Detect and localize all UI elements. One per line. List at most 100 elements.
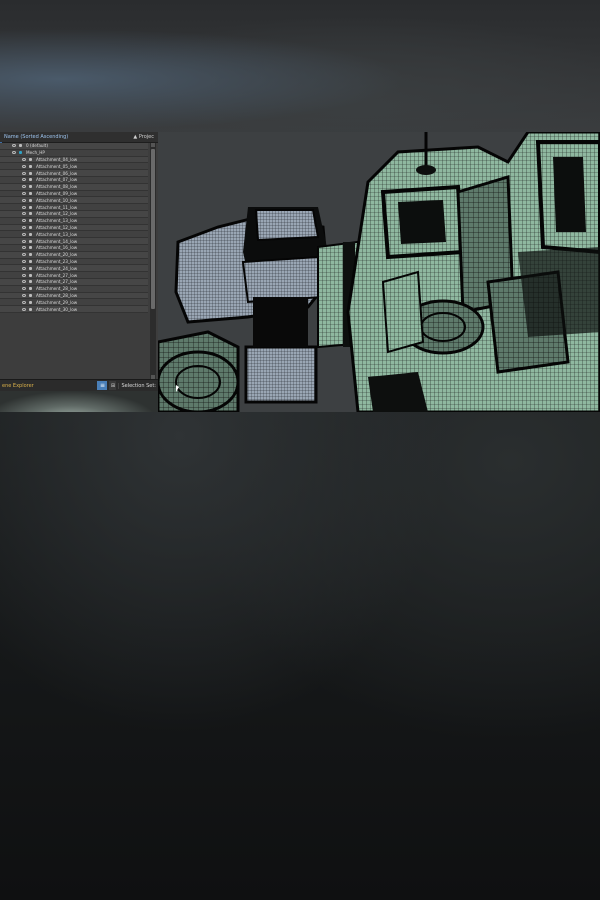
wireframe-mech-render [156, 132, 600, 412]
object-list: Attachment_04_low Attachment_05_low Attach… [0, 156, 148, 313]
object-name: Attachment_20_low [36, 252, 78, 258]
mech-arm [156, 207, 330, 412]
tree-row-object[interactable]: Attachment_30_low [0, 306, 148, 313]
object-icon [29, 205, 32, 209]
object-name: Attachment_08_low [36, 184, 78, 190]
3d-viewport[interactable] [156, 132, 600, 412]
eye-icon[interactable] [22, 219, 26, 223]
object-icon [29, 266, 32, 270]
eye-icon[interactable] [22, 259, 26, 263]
object-icon [29, 171, 32, 175]
object-icon [29, 219, 32, 223]
tree-row-object[interactable]: Attachment_29_low [0, 299, 148, 307]
tree-row-object[interactable]: Attachment_20_low [0, 251, 148, 259]
tree-row-object[interactable]: Attachment_24_low [0, 265, 148, 273]
tree-row-object[interactable]: Attachment_23_low [0, 258, 148, 266]
eye-icon[interactable] [22, 198, 26, 202]
eye-icon[interactable] [22, 157, 26, 161]
group-name: Mech_HP [26, 150, 45, 156]
object-name: Attachment_23_low [36, 258, 78, 264]
tree-row-object[interactable]: Attachment_13_low [0, 217, 148, 225]
project-column-header[interactable]: ▲ Projec [133, 134, 154, 140]
tree-row-object[interactable]: Attachment_28_low [0, 285, 148, 293]
layer-name: 0 (default) [26, 143, 48, 149]
object-icon [29, 273, 32, 277]
tree-row-object[interactable]: Attachment_27_low [0, 278, 148, 286]
tree-row-layer-default[interactable]: 0 (default) [0, 143, 148, 150]
selection-set-dropdown[interactable]: Selection Set: [118, 382, 156, 389]
eye-icon[interactable] [22, 273, 26, 277]
object-name: Attachment_07_low [36, 177, 78, 183]
scrollbar-thumb[interactable] [151, 149, 155, 309]
eye-icon[interactable] [22, 225, 26, 229]
secondary-viewport[interactable] [0, 391, 158, 412]
tree-row-object[interactable]: Attachment_12_low [0, 210, 148, 218]
sort-column-header[interactable]: Name (Sorted Ascending) [4, 134, 68, 140]
tree-row-object[interactable]: Attachment_04_low [0, 156, 148, 164]
object-icon [29, 191, 32, 195]
eye-icon[interactable] [22, 212, 26, 216]
eye-icon[interactable] [22, 280, 26, 284]
tree-row-group[interactable]: Mech_HP [0, 149, 148, 157]
tree-row-object[interactable]: Attachment_13_low [0, 231, 148, 239]
explorer-footer: ene Explorer ≡ ⊞ Selection Set: [0, 379, 158, 391]
eye-icon[interactable] [22, 293, 26, 297]
layer-toggle-button[interactable]: ⊞ [109, 381, 117, 390]
eye-icon[interactable] [12, 144, 16, 148]
tree-row-object[interactable]: Attachment_09_low [0, 190, 148, 198]
tree-row-object[interactable]: Attachment_08_low [0, 183, 148, 191]
hierarchy-toggle-button[interactable]: ≡ [97, 381, 108, 390]
object-name: Attachment_28_low [36, 286, 78, 292]
scene-tree[interactable]: 0 (default) Mech_HP Attachment_04_low Att… [0, 143, 148, 379]
object-icon [29, 225, 32, 229]
object-icon [29, 212, 32, 216]
eye-icon[interactable] [22, 164, 26, 168]
object-icon [29, 232, 32, 236]
object-icon [29, 185, 32, 189]
object-name: Attachment_06_low [36, 170, 78, 176]
tree-row-object[interactable]: Attachment_07_low [0, 176, 148, 184]
tree-row-object[interactable]: Attachment_06_low [0, 170, 148, 177]
tree-row-object[interactable]: Attachment_14_low [0, 238, 148, 245]
tree-row-object[interactable]: Attachment_27_low [0, 272, 148, 279]
tree-row-object[interactable]: Attachment_28_low [0, 292, 148, 300]
eye-icon[interactable] [22, 300, 26, 304]
scroll-up-arrow-icon[interactable] [151, 143, 155, 147]
eye-icon[interactable] [22, 287, 26, 291]
tree-row-object[interactable]: Attachment_12_low [0, 224, 148, 232]
explorer-scrollbar[interactable] [150, 143, 156, 379]
object-name: Attachment_14_low [36, 238, 78, 244]
object-name: Attachment_28_low [36, 292, 78, 298]
object-icon [29, 307, 32, 311]
eye-icon[interactable] [22, 253, 26, 257]
background-blur-top [0, 0, 600, 132]
eye-icon[interactable] [22, 307, 26, 311]
eye-icon[interactable] [22, 205, 26, 209]
object-name: Attachment_16_low [36, 245, 78, 251]
tree-row-object[interactable]: Attachment_10_low [0, 197, 148, 205]
eye-icon[interactable] [22, 171, 26, 175]
object-icon [29, 280, 32, 284]
explorer-footer-label: ene Explorer [2, 382, 34, 389]
eye-icon[interactable] [22, 239, 26, 243]
layer-icon [19, 144, 22, 148]
tree-row-object[interactable]: Attachment_11_low [0, 204, 148, 211]
eye-icon[interactable] [22, 185, 26, 189]
eye-icon[interactable] [22, 232, 26, 236]
eye-icon[interactable] [22, 246, 26, 250]
tree-row-object[interactable]: Attachment_05_low [0, 163, 148, 171]
eye-icon[interactable] [22, 191, 26, 195]
object-icon [29, 300, 32, 304]
eye-icon[interactable] [12, 151, 16, 155]
eye-icon[interactable] [22, 178, 26, 182]
object-name: Attachment_12_low [36, 211, 78, 217]
object-name: Attachment_04_low [36, 156, 78, 162]
eye-icon[interactable] [22, 266, 26, 270]
explorer-header[interactable]: Name (Sorted Ascending) ▲ Projec [0, 132, 158, 143]
object-name: Attachment_27_low [36, 272, 78, 278]
object-name: Attachment_30_low [36, 306, 78, 312]
tree-row-object[interactable]: Attachment_16_low [0, 244, 148, 252]
object-icon [29, 178, 32, 182]
mouse-cursor-icon [176, 385, 179, 392]
mech-torso [346, 132, 600, 412]
